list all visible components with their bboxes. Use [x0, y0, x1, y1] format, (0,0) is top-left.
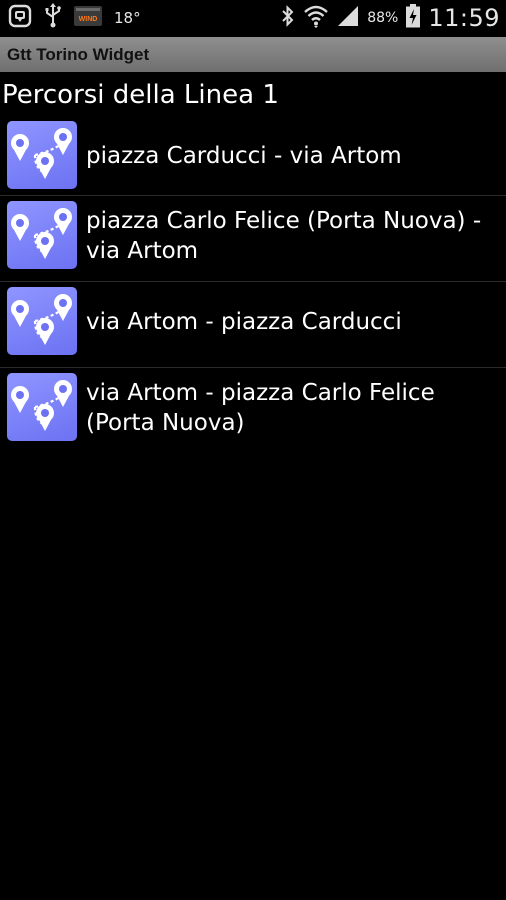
status-bar: WIND 18° 88% 11:59	[0, 0, 506, 37]
route-label: via Artom - piazza Carlo Felice (Porta N…	[86, 380, 435, 436]
page-title: Percorsi della Linea 1	[2, 80, 279, 110]
route-label: piazza Carducci - via Artom	[86, 143, 402, 169]
route-label: via Artom - piazza Carducci	[86, 309, 402, 335]
bluetooth-icon	[281, 4, 295, 32]
usb-icon	[44, 3, 62, 33]
list-item[interactable]: via Artom - piazza Carducci	[0, 282, 506, 368]
app-title-bar: Gtt Torino Widget	[0, 37, 506, 72]
route-map-icon	[7, 201, 77, 269]
chat-icon	[8, 4, 32, 32]
battery-icon	[406, 4, 421, 32]
app-title: Gtt Torino Widget	[7, 44, 150, 64]
route-list: piazza Carducci - via Artom piazza Carlo…	[0, 116, 506, 454]
svg-text:WIND: WIND	[79, 16, 98, 23]
route-map-icon	[7, 121, 77, 189]
temperature-text: 18°	[114, 9, 141, 27]
list-item[interactable]: via Artom - piazza Carlo Felice (Porta N…	[0, 368, 506, 454]
route-map-icon	[7, 287, 77, 355]
route-label: piazza Carlo Felice (Porta Nuova) - via …	[86, 208, 482, 264]
battery-percent-text: 88%	[367, 10, 399, 26]
status-bar-left: WIND 18°	[8, 3, 141, 33]
status-bar-right: 88% 11:59	[281, 3, 500, 33]
list-item[interactable]: piazza Carlo Felice (Porta Nuova) - via …	[0, 196, 506, 282]
wind-logo: WIND	[74, 6, 102, 30]
list-item[interactable]: piazza Carducci - via Artom	[0, 116, 506, 196]
signal-icon	[337, 4, 359, 32]
clock-time: 11:59	[428, 4, 500, 32]
route-map-icon	[7, 373, 77, 441]
wifi-icon	[303, 4, 329, 32]
